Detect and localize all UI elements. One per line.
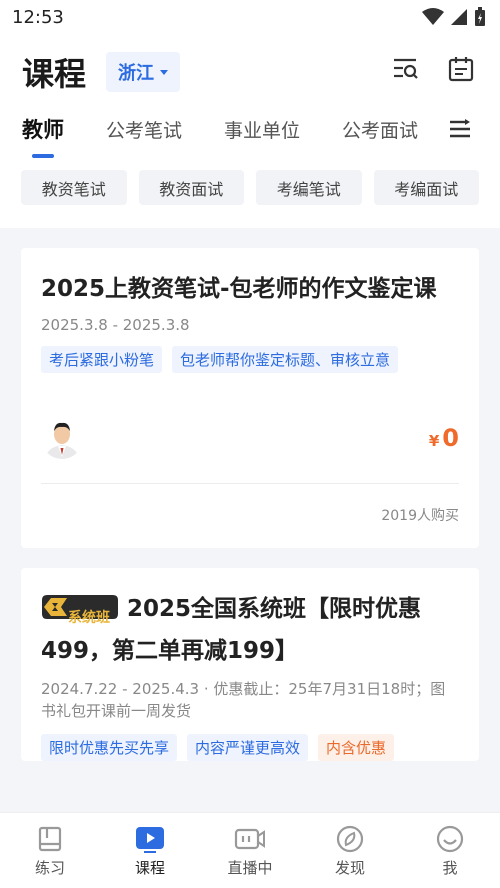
chip-exam-written[interactable]: 教资笔试 — [21, 170, 127, 205]
tab-me[interactable]: 我 — [410, 825, 490, 888]
tab-label: 发现 — [334, 859, 365, 877]
live-camera-icon — [234, 828, 265, 850]
tab-discover[interactable]: 发现 — [310, 825, 390, 888]
page-title: 课程 — [22, 55, 87, 93]
search-list-icon[interactable] — [392, 56, 420, 82]
tab-label: 直播中 — [227, 859, 273, 877]
course-tag: 内容严谨更高效 — [187, 734, 309, 761]
province-selector[interactable]: 浙江 — [106, 52, 181, 92]
compass-icon — [336, 825, 364, 853]
status-icons — [422, 7, 486, 27]
course-tag: 包老师帮你鉴定标题、审核立意 — [172, 346, 399, 373]
tab-civil-written[interactable]: 公考笔试 — [106, 110, 182, 143]
tab-civil-interview[interactable]: 公考面试 — [342, 110, 418, 143]
calendar-icon[interactable] — [448, 56, 474, 82]
tab-label: 课程 — [134, 859, 165, 877]
course-date: 2025.3.8 - 2025.3.8 — [41, 316, 190, 334]
course-tags: 考后紧跟小粉笔 包老师帮你鉴定标题、审核立意 — [41, 346, 459, 373]
discount-tag: 内含优惠 — [318, 734, 395, 761]
course-tag: 考后紧跟小粉笔 — [41, 346, 163, 373]
battery-icon — [475, 7, 485, 26]
book-icon — [38, 826, 62, 852]
tab-teacher[interactable]: 教师 — [22, 110, 64, 158]
caret-down-icon — [160, 69, 169, 75]
play-icon — [136, 827, 164, 853]
category-tabs: 教师 公考笔试 事业单位 公考面试 — [0, 110, 500, 168]
series-badge: 系统班 — [41, 594, 119, 626]
course-card[interactable]: 2025上教资笔试-包老师的作文鉴定课 2025.3.8 - 2025.3.8 … — [21, 248, 479, 548]
clock: 12:53 — [12, 6, 64, 28]
tab-label: 我 — [442, 859, 458, 877]
smile-icon — [436, 825, 464, 853]
course-card[interactable]: 系统班 2025全国系统班【限时优惠499，第二单再减199】 2024.7.2… — [21, 568, 479, 761]
chip-recruit-interview[interactable]: 考编面试 — [373, 170, 479, 205]
tab-courses[interactable]: 课程 — [110, 825, 190, 888]
teacher-avatar — [41, 417, 83, 459]
page-header: 课程 浙江 — [0, 34, 500, 110]
course-feed: 2025上教资笔试-包老师的作文鉴定课 2025.3.8 - 2025.3.8 … — [0, 228, 500, 761]
status-bar: 12:53 — [0, 0, 500, 34]
chip-exam-interview[interactable]: 教资面试 — [138, 170, 244, 205]
subcategory-chips: 教资笔试 教资面试 考编笔试 考编面试 — [0, 168, 500, 228]
course-title: 2025上教资笔试-包老师的作文鉴定课 — [41, 276, 437, 302]
chip-recruit-written[interactable]: 考编笔试 — [256, 170, 362, 205]
price-value: 0 — [442, 424, 459, 452]
wifi-icon — [422, 8, 444, 25]
teacher-row: ¥0 — [41, 413, 459, 463]
course-price: ¥0 — [429, 424, 459, 452]
tab-live[interactable]: 直播中 — [210, 825, 290, 888]
bottom-tab-bar: 练习 课程 直播中 发现 我 — [0, 812, 500, 888]
currency-symbol: ¥ — [428, 432, 440, 450]
course-title: 系统班 2025全国系统班【限时优惠499，第二单再减199】 — [41, 588, 459, 672]
course-tag: 限时优惠先买先享 — [41, 734, 178, 761]
tab-public-institution[interactable]: 事业单位 — [224, 110, 300, 143]
course-date: 2024.7.22 - 2025.4.3 · 优惠截止：25年7月31日18时；… — [41, 680, 446, 720]
more-categories-icon[interactable] — [448, 118, 472, 140]
course-tags: 限时优惠先买先享 内容严谨更高效 内含优惠 — [41, 734, 459, 761]
tab-label: 练习 — [34, 859, 65, 877]
buyer-count: 2019人购买 — [381, 508, 459, 524]
signal-icon — [451, 9, 467, 25]
tab-practice[interactable]: 练习 — [10, 825, 90, 888]
province-label: 浙江 — [118, 63, 155, 84]
series-badge-label: 系统班 — [68, 609, 110, 626]
